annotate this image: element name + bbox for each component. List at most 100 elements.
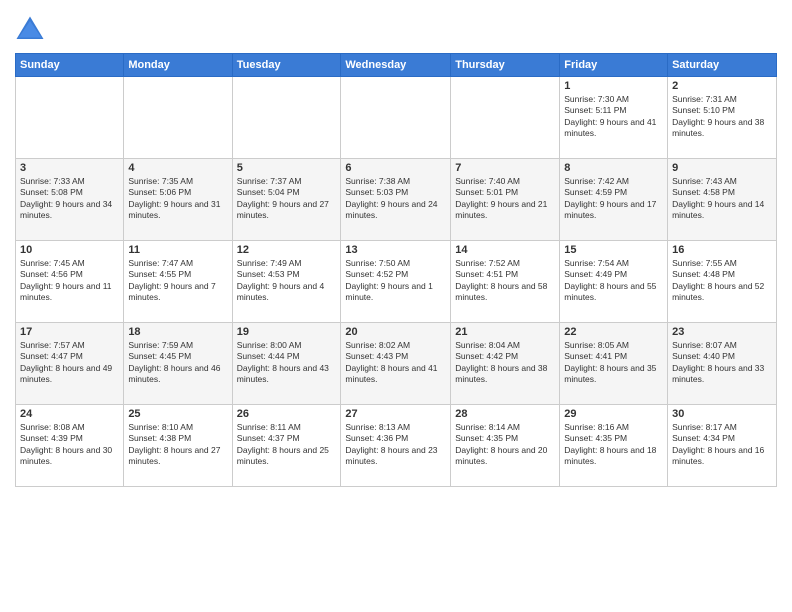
day-number: 1 (564, 80, 663, 92)
day-number: 28 (455, 408, 555, 420)
day-number: 13 (345, 244, 446, 256)
day-number: 15 (564, 244, 663, 256)
week-row-3: 17 Sunrise: 7:57 AM Sunset: 4:47 PM Dayli… (16, 323, 777, 405)
day-info: Sunrise: 8:02 AM Sunset: 4:43 PM Dayligh… (345, 340, 446, 386)
calendar-cell (124, 77, 232, 159)
week-row-1: 3 Sunrise: 7:33 AM Sunset: 5:08 PM Daylig… (16, 159, 777, 241)
day-info: Sunrise: 7:40 AM Sunset: 5:01 PM Dayligh… (455, 176, 555, 222)
day-info: Sunrise: 8:07 AM Sunset: 4:40 PM Dayligh… (672, 340, 772, 386)
day-number: 10 (20, 244, 119, 256)
day-number: 5 (237, 162, 337, 174)
logo-icon (15, 15, 45, 45)
day-number: 21 (455, 326, 555, 338)
day-number: 12 (237, 244, 337, 256)
week-row-0: 1 Sunrise: 7:30 AM Sunset: 5:11 PM Daylig… (16, 77, 777, 159)
day-info: Sunrise: 7:54 AM Sunset: 4:49 PM Dayligh… (564, 258, 663, 304)
calendar-cell: 8 Sunrise: 7:42 AM Sunset: 4:59 PM Daylig… (560, 159, 668, 241)
calendar-cell: 4 Sunrise: 7:35 AM Sunset: 5:06 PM Daylig… (124, 159, 232, 241)
calendar-cell: 26 Sunrise: 8:11 AM Sunset: 4:37 PM Dayli… (232, 405, 341, 487)
calendar-cell: 9 Sunrise: 7:43 AM Sunset: 4:58 PM Daylig… (668, 159, 777, 241)
calendar-cell: 19 Sunrise: 8:00 AM Sunset: 4:44 PM Dayli… (232, 323, 341, 405)
day-number: 4 (128, 162, 227, 174)
day-header-wednesday: Wednesday (341, 54, 451, 77)
day-number: 8 (564, 162, 663, 174)
calendar-cell: 15 Sunrise: 7:54 AM Sunset: 4:49 PM Dayli… (560, 241, 668, 323)
calendar-cell: 16 Sunrise: 7:55 AM Sunset: 4:48 PM Dayli… (668, 241, 777, 323)
calendar-cell: 13 Sunrise: 7:50 AM Sunset: 4:52 PM Dayli… (341, 241, 451, 323)
day-info: Sunrise: 7:30 AM Sunset: 5:11 PM Dayligh… (564, 94, 663, 140)
day-number: 18 (128, 326, 227, 338)
day-number: 16 (672, 244, 772, 256)
day-number: 2 (672, 80, 772, 92)
calendar-cell: 21 Sunrise: 8:04 AM Sunset: 4:42 PM Dayli… (451, 323, 560, 405)
day-number: 20 (345, 326, 446, 338)
day-info: Sunrise: 7:50 AM Sunset: 4:52 PM Dayligh… (345, 258, 446, 304)
day-number: 3 (20, 162, 119, 174)
calendar-cell: 2Sunrise: 7:31 AM Sunset: 5:10 PM Daylig… (668, 77, 777, 159)
header-row: SundayMondayTuesdayWednesdayThursdayFrid… (16, 54, 777, 77)
day-number: 9 (672, 162, 772, 174)
calendar-cell: 11 Sunrise: 7:47 AM Sunset: 4:55 PM Dayli… (124, 241, 232, 323)
calendar-cell: 28 Sunrise: 8:14 AM Sunset: 4:35 PM Dayli… (451, 405, 560, 487)
day-number: 25 (128, 408, 227, 420)
calendar-cell: 14 Sunrise: 7:52 AM Sunset: 4:51 PM Dayli… (451, 241, 560, 323)
week-row-4: 24 Sunrise: 8:08 AM Sunset: 4:39 PM Dayli… (16, 405, 777, 487)
header (15, 10, 777, 45)
calendar-cell: 24 Sunrise: 8:08 AM Sunset: 4:39 PM Dayli… (16, 405, 124, 487)
day-info: Sunrise: 8:10 AM Sunset: 4:38 PM Dayligh… (128, 422, 227, 468)
day-info: Sunrise: 7:35 AM Sunset: 5:06 PM Dayligh… (128, 176, 227, 222)
day-number: 19 (237, 326, 337, 338)
day-number: 6 (345, 162, 446, 174)
day-info: Sunrise: 7:47 AM Sunset: 4:55 PM Dayligh… (128, 258, 227, 304)
day-info: Sunrise: 8:00 AM Sunset: 4:44 PM Dayligh… (237, 340, 337, 386)
day-info: Sunrise: 8:14 AM Sunset: 4:35 PM Dayligh… (455, 422, 555, 468)
day-number: 29 (564, 408, 663, 420)
day-number: 14 (455, 244, 555, 256)
day-info: Sunrise: 8:17 AM Sunset: 4:34 PM Dayligh… (672, 422, 772, 468)
day-header-saturday: Saturday (668, 54, 777, 77)
day-info: Sunrise: 8:13 AM Sunset: 4:36 PM Dayligh… (345, 422, 446, 468)
calendar-cell: 12Sunrise: 7:49 AM Sunset: 4:53 PM Dayli… (232, 241, 341, 323)
day-info: Sunrise: 7:38 AM Sunset: 5:03 PM Dayligh… (345, 176, 446, 222)
calendar-cell: 29 Sunrise: 8:16 AM Sunset: 4:35 PM Dayli… (560, 405, 668, 487)
day-info: Sunrise: 8:04 AM Sunset: 4:42 PM Dayligh… (455, 340, 555, 386)
day-info: Sunrise: 8:05 AM Sunset: 4:41 PM Dayligh… (564, 340, 663, 386)
calendar-cell (16, 77, 124, 159)
day-info: Sunrise: 8:11 AM Sunset: 4:37 PM Dayligh… (237, 422, 337, 468)
logo (15, 15, 49, 45)
day-info: Sunrise: 7:52 AM Sunset: 4:51 PM Dayligh… (455, 258, 555, 304)
page: SundayMondayTuesdayWednesdayThursdayFrid… (0, 0, 792, 612)
day-header-sunday: Sunday (16, 54, 124, 77)
day-header-tuesday: Tuesday (232, 54, 341, 77)
day-info: Sunrise: 7:42 AM Sunset: 4:59 PM Dayligh… (564, 176, 663, 222)
calendar-cell (232, 77, 341, 159)
calendar-cell (451, 77, 560, 159)
day-header-thursday: Thursday (451, 54, 560, 77)
day-number: 26 (237, 408, 337, 420)
day-info: Sunrise: 7:43 AM Sunset: 4:58 PM Dayligh… (672, 176, 772, 222)
day-number: 24 (20, 408, 119, 420)
calendar-cell: 7Sunrise: 7:40 AM Sunset: 5:01 PM Daylig… (451, 159, 560, 241)
calendar-cell (341, 77, 451, 159)
day-info: Sunrise: 7:45 AM Sunset: 4:56 PM Dayligh… (20, 258, 119, 304)
day-info: Sunrise: 7:59 AM Sunset: 4:45 PM Dayligh… (128, 340, 227, 386)
day-number: 23 (672, 326, 772, 338)
calendar-cell: 5 Sunrise: 7:37 AM Sunset: 5:04 PM Daylig… (232, 159, 341, 241)
day-info: Sunrise: 8:08 AM Sunset: 4:39 PM Dayligh… (20, 422, 119, 468)
calendar-cell: 23 Sunrise: 8:07 AM Sunset: 4:40 PM Dayli… (668, 323, 777, 405)
calendar-cell: 18 Sunrise: 7:59 AM Sunset: 4:45 PM Dayli… (124, 323, 232, 405)
day-number: 30 (672, 408, 772, 420)
calendar-cell: 17 Sunrise: 7:57 AM Sunset: 4:47 PM Dayli… (16, 323, 124, 405)
day-info: Sunrise: 7:55 AM Sunset: 4:48 PM Dayligh… (672, 258, 772, 304)
day-info: Sunrise: 7:57 AM Sunset: 4:47 PM Dayligh… (20, 340, 119, 386)
day-info: Sunrise: 8:16 AM Sunset: 4:35 PM Dayligh… (564, 422, 663, 468)
day-info: Sunrise: 7:33 AM Sunset: 5:08 PM Dayligh… (20, 176, 119, 222)
day-number: 22 (564, 326, 663, 338)
calendar-cell: 27Sunrise: 8:13 AM Sunset: 4:36 PM Dayli… (341, 405, 451, 487)
calendar-cell: 22 Sunrise: 8:05 AM Sunset: 4:41 PM Dayli… (560, 323, 668, 405)
calendar: SundayMondayTuesdayWednesdayThursdayFrid… (15, 53, 777, 487)
day-number: 17 (20, 326, 119, 338)
day-number: 11 (128, 244, 227, 256)
day-info: Sunrise: 7:37 AM Sunset: 5:04 PM Dayligh… (237, 176, 337, 222)
calendar-cell: 10 Sunrise: 7:45 AM Sunset: 4:56 PM Dayli… (16, 241, 124, 323)
